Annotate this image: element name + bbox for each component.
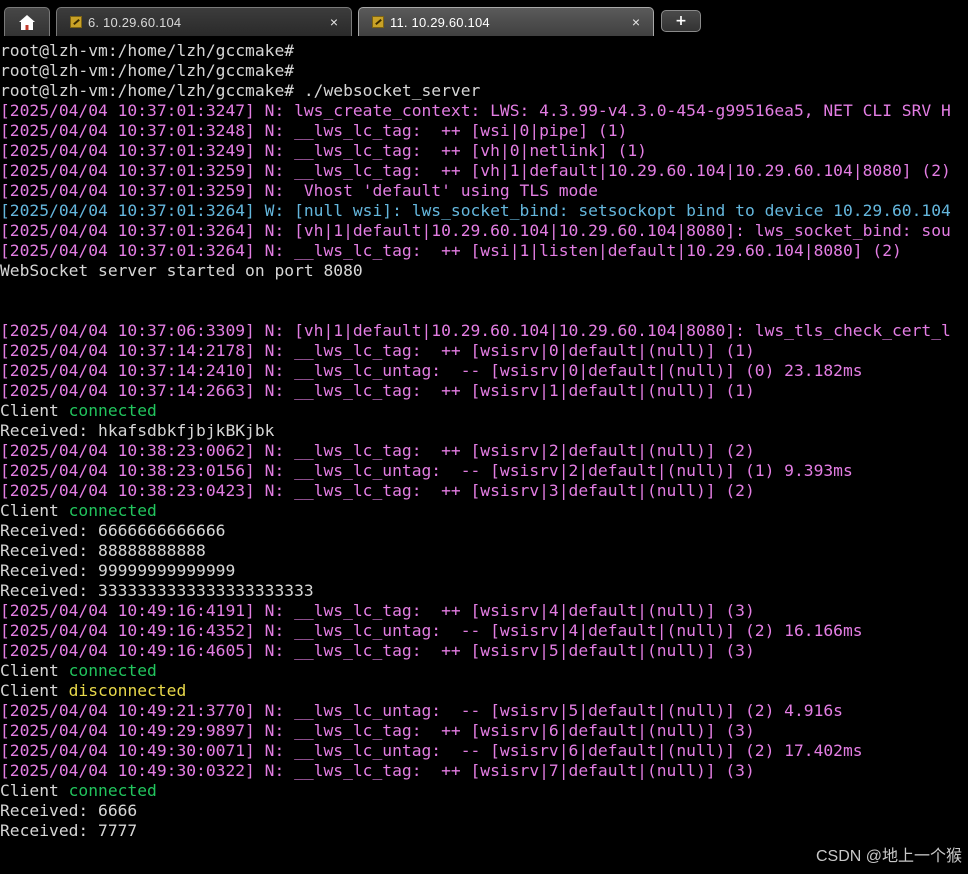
terminal-text: Client (0, 401, 69, 420)
terminal-text: Received: hkafsdbkfjbjkBKjbk (0, 421, 275, 440)
terminal-text: Client (0, 681, 69, 700)
terminal-text: [2025/04/04 10:38:23:0156] N: __lws_lc_u… (0, 461, 853, 480)
terminal-text: Received: 3333333333333333333333 (0, 581, 314, 600)
terminal-line: [2025/04/04 10:37:01:3264] N: __lws_lc_t… (0, 241, 968, 261)
terminal-line: [2025/04/04 10:49:30:0322] N: __lws_lc_t… (0, 761, 968, 781)
terminal-line: [2025/04/04 10:37:01:3259] N: __lws_lc_t… (0, 161, 968, 181)
terminal-line: [2025/04/04 10:38:23:0062] N: __lws_lc_t… (0, 441, 968, 461)
terminal-text: [2025/04/04 10:49:29:9897] N: __lws_lc_t… (0, 721, 755, 740)
terminal-text: [2025/04/04 10:49:16:4605] N: __lws_lc_t… (0, 641, 755, 660)
terminal-line: Received: 6666 (0, 801, 968, 821)
terminal-line: Received: 3333333333333333333333 (0, 581, 968, 601)
tab-bar: 6. 10.29.60.104 × 11. 10.29.60.104 × + (0, 0, 968, 42)
terminal-line: Received: 88888888888 (0, 541, 968, 561)
watermark: CSDN @地上一个猴 (815, 848, 962, 865)
terminal-line: [2025/04/04 10:37:01:3259] N: Vhost 'def… (0, 181, 968, 201)
terminal-line: [2025/04/04 10:49:16:4191] N: __lws_lc_t… (0, 601, 968, 621)
terminal-line: Client connected (0, 401, 968, 421)
terminal-text: disconnected (68, 681, 187, 700)
terminal-text: Received: 88888888888 (0, 541, 206, 560)
terminal-text: [2025/04/04 10:49:30:0071] N: __lws_lc_u… (0, 741, 863, 760)
terminal-session-icon (372, 16, 384, 28)
terminal-text: connected (68, 661, 157, 680)
terminal-text: [2025/04/04 10:49:16:4352] N: __lws_lc_u… (0, 621, 863, 640)
terminal-line: Client connected (0, 781, 968, 801)
terminal-text: [2025/04/04 10:37:14:2663] N: __lws_lc_t… (0, 381, 755, 400)
terminal-session-icon (70, 16, 82, 28)
plus-icon: + (675, 13, 687, 29)
terminal-line: WebSocket server started on port 8080 (0, 261, 968, 281)
tab-home[interactable] (4, 7, 50, 36)
close-icon[interactable]: × (323, 14, 345, 30)
terminal-text: [2025/04/04 10:37:01:3264] N: __lws_lc_t… (0, 241, 902, 260)
terminal-text: connected (68, 401, 157, 420)
terminal-line: [2025/04/04 10:37:01:3247] N: lws_create… (0, 101, 968, 121)
terminal-text: [2025/04/04 10:37:01:3247] N: lws_create… (0, 101, 951, 120)
terminal-text: [2025/04/04 10:37:14:2410] N: __lws_lc_u… (0, 361, 863, 380)
terminal-text: [2025/04/04 10:37:14:2178] N: __lws_lc_t… (0, 341, 755, 360)
terminal-line: [2025/04/04 10:38:23:0156] N: __lws_lc_u… (0, 461, 968, 481)
terminal-line: [2025/04/04 10:37:14:2410] N: __lws_lc_u… (0, 361, 968, 381)
terminal-text: [2025/04/04 10:37:01:3259] N: __lws_lc_t… (0, 161, 951, 180)
terminal-line: [2025/04/04 10:37:01:3264] W: [null wsi]… (0, 201, 968, 221)
terminal-text: connected (68, 501, 157, 520)
terminal-line: [2025/04/04 10:49:16:4605] N: __lws_lc_t… (0, 641, 968, 661)
terminal-line: [2025/04/04 10:37:01:3249] N: __lws_lc_t… (0, 141, 968, 161)
close-icon[interactable]: × (625, 14, 647, 30)
terminal-text: Received: 99999999999999 (0, 561, 236, 580)
terminal-line: Client disconnected (0, 681, 968, 701)
tab-label: 11. 10.29.60.104 (390, 14, 490, 30)
terminal-line: Received: 6666666666666 (0, 521, 968, 541)
new-tab-button[interactable]: + (661, 10, 701, 32)
terminal-text: connected (68, 781, 157, 800)
terminal-text: [2025/04/04 10:37:01:3264] W: [null wsi]… (0, 201, 951, 220)
terminal-line: root@lzh-vm:/home/lzh/gccmake# (0, 41, 968, 61)
terminal-text: WebSocket server started on port 8080 (0, 261, 363, 280)
terminal-line: Client connected (0, 501, 968, 521)
terminal-text: Received: 6666 (0, 801, 138, 820)
terminal-text: [2025/04/04 10:49:21:3770] N: __lws_lc_u… (0, 701, 843, 720)
home-icon (18, 14, 36, 31)
terminal-line: [2025/04/04 10:49:16:4352] N: __lws_lc_u… (0, 621, 968, 641)
terminal-text: [2025/04/04 10:49:16:4191] N: __lws_lc_t… (0, 601, 755, 620)
terminal-line: [2025/04/04 10:37:01:3248] N: __lws_lc_t… (0, 121, 968, 141)
terminal-text: Client (0, 661, 69, 680)
terminal-line: Client connected (0, 661, 968, 681)
terminal-text: [2025/04/04 10:37:06:3309] N: [vh|1|defa… (0, 321, 951, 340)
terminal-text: root@lzh-vm:/home/lzh/gccmake# ./websock… (0, 81, 481, 100)
terminal-line: [2025/04/04 10:37:14:2178] N: __lws_lc_t… (0, 341, 968, 361)
terminal-text: [2025/04/04 10:49:30:0322] N: __lws_lc_t… (0, 761, 755, 780)
terminal-line: [2025/04/04 10:49:29:9897] N: __lws_lc_t… (0, 721, 968, 741)
terminal-text: Client (0, 781, 69, 800)
terminal-output[interactable]: root@lzh-vm:/home/lzh/gccmake# root@lzh-v… (0, 41, 968, 874)
terminal-line: Received: 99999999999999 (0, 561, 968, 581)
tab-session-11[interactable]: 11. 10.29.60.104 × (358, 7, 654, 36)
terminal-text: [2025/04/04 10:38:23:0423] N: __lws_lc_t… (0, 481, 755, 500)
terminal-text: [2025/04/04 10:38:23:0062] N: __lws_lc_t… (0, 441, 755, 460)
terminal-line: [2025/04/04 10:49:30:0071] N: __lws_lc_u… (0, 741, 968, 761)
terminal-text: Received: 6666666666666 (0, 521, 226, 540)
terminal-text: [2025/04/04 10:37:01:3259] N: Vhost 'def… (0, 181, 598, 200)
terminal-text: [2025/04/04 10:37:01:3264] N: [vh|1|defa… (0, 221, 951, 240)
terminal-text: Client (0, 501, 69, 520)
tab-label: 6. 10.29.60.104 (88, 14, 182, 30)
terminal-line: Received: 7777 (0, 821, 968, 841)
terminal-line: [2025/04/04 10:49:21:3770] N: __lws_lc_u… (0, 701, 968, 721)
terminal-line: [2025/04/04 10:37:06:3309] N: [vh|1|defa… (0, 321, 968, 341)
terminal-text: Received: 7777 (0, 821, 138, 840)
terminal-text: [2025/04/04 10:37:01:3249] N: __lws_lc_t… (0, 141, 647, 160)
terminal-line: Received: hkafsdbkfjbjkBKjbk (0, 421, 968, 441)
terminal-line: root@lzh-vm:/home/lzh/gccmake# ./websock… (0, 81, 968, 101)
terminal-line: [2025/04/04 10:37:14:2663] N: __lws_lc_t… (0, 381, 968, 401)
terminal-text: root@lzh-vm:/home/lzh/gccmake# (0, 41, 295, 60)
terminal-text: root@lzh-vm:/home/lzh/gccmake# (0, 61, 295, 80)
tab-session-6[interactable]: 6. 10.29.60.104 × (56, 7, 352, 36)
terminal-text: [2025/04/04 10:37:01:3248] N: __lws_lc_t… (0, 121, 628, 140)
terminal-line: [2025/04/04 10:37:01:3264] N: [vh|1|defa… (0, 221, 968, 241)
terminal-line: [2025/04/04 10:38:23:0423] N: __lws_lc_t… (0, 481, 968, 501)
terminal-line: root@lzh-vm:/home/lzh/gccmake# (0, 61, 968, 81)
